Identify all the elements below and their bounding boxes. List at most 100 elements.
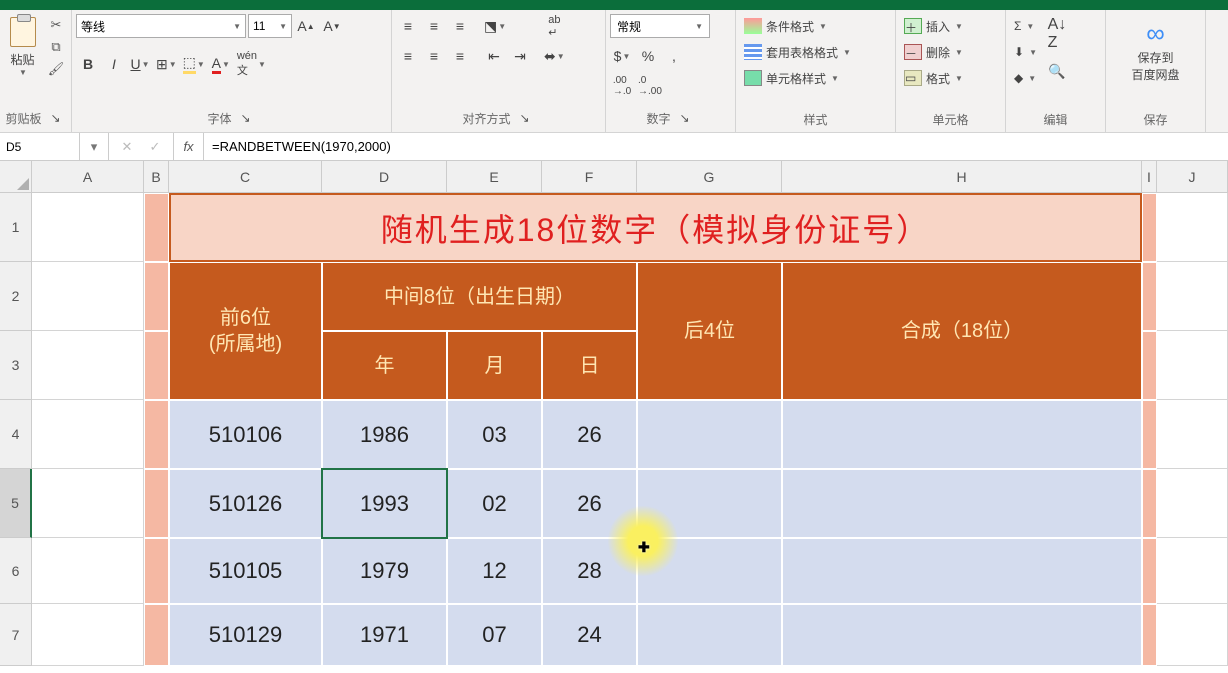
accounting-button[interactable]: $▼ (610, 44, 634, 68)
row-header-6[interactable]: 6 (0, 538, 32, 604)
margin-left[interactable] (144, 400, 169, 469)
clipboard-launcher[interactable]: ↘ (46, 108, 66, 128)
cell-A3[interactable] (32, 331, 144, 400)
underline-button[interactable]: U▼ (128, 52, 152, 76)
data-D5[interactable]: 1993 (322, 469, 447, 538)
margin-right[interactable] (1142, 331, 1157, 400)
col-header-I[interactable]: I (1142, 161, 1157, 193)
autosum-button[interactable]: Σ▼ (1010, 14, 1041, 38)
data-F4[interactable]: 26 (542, 400, 637, 469)
alignment-launcher[interactable]: ↘ (515, 108, 535, 128)
hdr-combo[interactable]: 合成（18位） (782, 262, 1142, 400)
cell-A2[interactable] (32, 262, 144, 331)
data-F6[interactable]: 28 (542, 538, 637, 604)
hdr-month[interactable]: 月 (447, 331, 542, 400)
margin-left[interactable] (144, 604, 169, 666)
title-cell[interactable]: 随机生成18位数字（模拟身份证号） (169, 193, 1142, 262)
cell-A7[interactable] (32, 604, 144, 666)
fill-color-button[interactable]: ⬚▼ (181, 52, 207, 76)
cell-J5[interactable] (1157, 469, 1228, 538)
data-C4[interactable]: 510106 (169, 400, 322, 469)
cell-J4[interactable] (1157, 400, 1228, 469)
margin-right[interactable] (1142, 193, 1157, 262)
align-center-icon[interactable]: ≡ (422, 44, 446, 68)
hdr-mid[interactable]: 中间8位（出生日期） (322, 262, 637, 331)
row-header-5[interactable]: 5 (0, 469, 32, 538)
col-header-A[interactable]: A (32, 161, 144, 193)
number-format-select[interactable]: 常规▼ (610, 14, 710, 38)
hdr-year[interactable]: 年 (322, 331, 447, 400)
format-painter-icon[interactable]: 🖌 (45, 58, 67, 80)
increase-decimal-icon[interactable]: .00→.0 (610, 74, 634, 98)
col-header-E[interactable]: E (447, 161, 542, 193)
format-as-table-button[interactable]: 套用表格格式▼ (740, 40, 855, 64)
wrap-text-button[interactable]: ab↵ (542, 14, 567, 38)
cell-A1[interactable] (32, 193, 144, 262)
col-header-B[interactable]: B (144, 161, 169, 193)
enter-icon[interactable]: ✓ (141, 139, 169, 155)
col-header-D[interactable]: D (322, 161, 447, 193)
align-left-icon[interactable]: ≡ (396, 44, 420, 68)
margin-left[interactable] (144, 331, 169, 400)
row-header-4[interactable]: 4 (0, 400, 32, 469)
phonetic-button[interactable]: wén文▼ (235, 52, 268, 76)
merge-button[interactable]: ⬌▼ (542, 44, 567, 68)
data-D6[interactable]: 1979 (322, 538, 447, 604)
delete-button[interactable]: －删除▼ (900, 40, 967, 64)
hdr-region[interactable]: 前6位(所属地) (169, 262, 322, 400)
col-header-F[interactable]: F (542, 161, 637, 193)
margin-left[interactable] (144, 193, 169, 262)
insert-button[interactable]: ＋插入▼ (900, 14, 967, 38)
grid[interactable]: ABCDEFGHIJ 1234567 随机生成18位数字（模拟身份证号）前6位(… (0, 161, 1228, 673)
comma-button[interactable]: , (662, 44, 686, 68)
margin-left[interactable] (144, 538, 169, 604)
hdr-day[interactable]: 日 (542, 331, 637, 400)
font-name-select[interactable]: 等线▼ (76, 14, 246, 38)
name-box[interactable] (0, 133, 80, 160)
data-E6[interactable]: 12 (447, 538, 542, 604)
data-D7[interactable]: 1971 (322, 604, 447, 666)
data-H7[interactable] (782, 604, 1142, 666)
align-top-icon[interactable]: ≡ (396, 14, 420, 38)
align-bottom-icon[interactable]: ≡ (448, 14, 472, 38)
format-button[interactable]: ▭格式▼ (900, 66, 967, 90)
decrease-indent-icon[interactable]: ⇤ (482, 44, 506, 68)
row-header-1[interactable]: 1 (0, 193, 32, 262)
font-launcher[interactable]: ↘ (236, 108, 256, 128)
increase-indent-icon[interactable]: ⇥ (508, 44, 532, 68)
margin-right[interactable] (1142, 469, 1157, 538)
conditional-format-button[interactable]: 条件格式▼ (740, 14, 855, 38)
data-D4[interactable]: 1986 (322, 400, 447, 469)
data-H5[interactable] (782, 469, 1142, 538)
cell-A6[interactable] (32, 538, 144, 604)
margin-left[interactable] (144, 262, 169, 331)
margin-right[interactable] (1142, 604, 1157, 666)
hdr-last4[interactable]: 后4位 (637, 262, 782, 400)
font-size-select[interactable]: 11▼ (248, 14, 292, 38)
italic-button[interactable]: I (102, 52, 126, 76)
col-header-C[interactable]: C (169, 161, 322, 193)
border-button[interactable]: ⊞▼ (154, 52, 179, 76)
col-header-G[interactable]: G (637, 161, 782, 193)
cell-A4[interactable] (32, 400, 144, 469)
data-C7[interactable]: 510129 (169, 604, 322, 666)
data-H6[interactable] (782, 538, 1142, 604)
formula-input[interactable]: =RANDBETWEEN(1970,2000) (204, 133, 1228, 160)
margin-right[interactable] (1142, 538, 1157, 604)
paste-button[interactable]: 粘贴 ▼ (4, 14, 41, 80)
row-header-7[interactable]: 7 (0, 604, 32, 666)
clear-button[interactable]: ◆▼ (1010, 66, 1041, 90)
decrease-decimal-icon[interactable]: .0→.00 (636, 74, 664, 98)
row-header-3[interactable]: 3 (0, 331, 32, 400)
margin-right[interactable] (1142, 262, 1157, 331)
sort-filter-button[interactable]: A↓Z (1045, 14, 1069, 54)
copy-icon[interactable]: ⧉ (45, 36, 67, 58)
align-middle-icon[interactable]: ≡ (422, 14, 446, 38)
fill-button[interactable]: ⬇▼ (1010, 40, 1041, 64)
cell-J1[interactable] (1157, 193, 1228, 262)
cell-J3[interactable] (1157, 331, 1228, 400)
fx-icon[interactable]: fx (174, 133, 204, 160)
bold-button[interactable]: B (76, 52, 100, 76)
data-G7[interactable] (637, 604, 782, 666)
data-H4[interactable] (782, 400, 1142, 469)
